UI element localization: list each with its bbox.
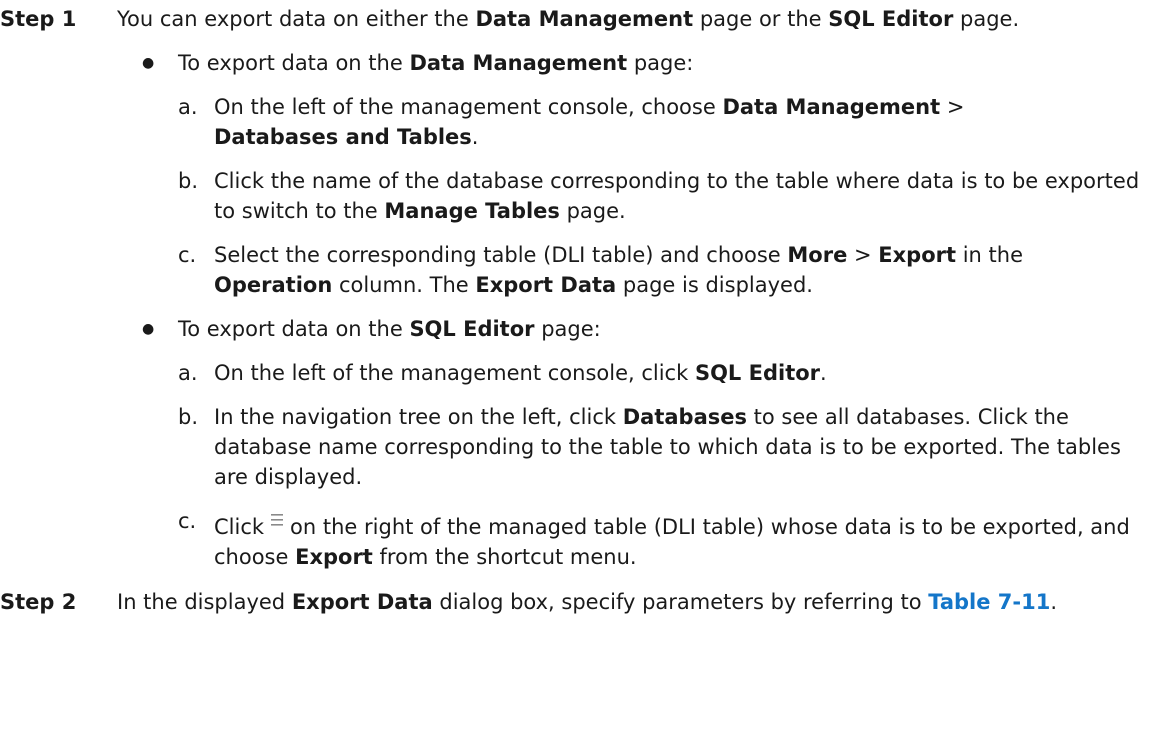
bullet-text: To export data on the Data Management pa… [178, 48, 1159, 78]
substep-marker: c. [178, 509, 197, 533]
step-1-label: Step 1 [0, 7, 77, 31]
data-management-term: Data Management [722, 95, 941, 119]
databases-term: Databases [622, 405, 747, 429]
substep-text-part: in the [956, 243, 1023, 267]
document: Step 1 You can export data on either the… [0, 0, 1159, 617]
export-data-term: Export Data [475, 273, 617, 297]
more-term: More [787, 243, 848, 267]
substep-text-part: . [471, 125, 479, 149]
substep-text: On the left of the management console, c… [214, 358, 1159, 388]
databases-and-tables-term: Databases and Tables [214, 125, 472, 149]
sql-editor-substeps: a. On the left of the management console… [117, 358, 1159, 572]
substep-marker: a. [178, 95, 198, 119]
substep-marker: b. [178, 169, 199, 193]
substep-text-part: On the left of the management console, c… [214, 361, 695, 385]
substep-c: c. Click on the right of the managed tabl… [178, 506, 1159, 572]
substep-marker: a. [178, 361, 198, 385]
substep-text-part: On the left of the management console, c… [214, 95, 723, 119]
bullet-dot-icon: ● [142, 321, 155, 337]
substep-marker: c. [178, 243, 197, 267]
step-1: Step 1 You can export data on either the… [0, 4, 1159, 572]
substep-b: b. Click the name of the database corres… [178, 166, 1159, 226]
step-1-text-part: page. [953, 7, 1020, 31]
substep-text-part: from the shortcut menu. [372, 545, 637, 569]
step-1-text: You can export data on either the Data M… [117, 4, 1147, 34]
sql-editor-term: SQL Editor [828, 7, 954, 31]
data-management-term: Data Management [475, 7, 694, 31]
bullet-dot-icon: ● [142, 55, 155, 71]
bullet-sql-editor: ● To export data on the SQL Editor page: [117, 314, 1159, 344]
bullet-text: To export data on the SQL Editor page: [178, 314, 1159, 344]
substep-text: Select the corresponding table (DLI tabl… [214, 240, 1159, 300]
substep-text: Click the name of the database correspon… [214, 166, 1159, 226]
bullet-text-part: To export data on the [178, 317, 410, 341]
substep-text-part: Click [214, 515, 265, 539]
step-2-text-part: In the displayed [117, 590, 292, 614]
operation-term: Operation [214, 273, 333, 297]
substep-a: a. On the left of the management console… [178, 92, 1159, 152]
bullet-data-management: ● To export data on the Data Management … [117, 48, 1159, 78]
menu-lines-icon [269, 506, 285, 526]
bullet-text-part: page: [534, 317, 601, 341]
sql-editor-term: SQL Editor [409, 317, 535, 341]
step-2: Step 2 In the displayed Export Data dial… [0, 587, 1159, 617]
step-2-text-part: dialog box, specify parameters by referr… [432, 590, 929, 614]
substep-b: b. In the navigation tree on the left, c… [178, 402, 1159, 492]
substep-text-part: page is displayed. [616, 273, 813, 297]
substep-text-part: > [940, 95, 965, 119]
substep-text-part: column. The [332, 273, 476, 297]
bullet-text-part: page: [627, 51, 694, 75]
substep-c: c. Select the corresponding table (DLI t… [178, 240, 1159, 300]
substep-text: In the navigation tree on the left, clic… [214, 402, 1159, 492]
substep-text-part: . [820, 361, 827, 385]
manage-tables-term: Manage Tables [384, 199, 560, 223]
sql-editor-term: SQL Editor [694, 361, 821, 385]
substep-text: Click on the right of the managed table (… [214, 506, 1159, 572]
substep-text-part: > [847, 243, 879, 267]
substep-text: On the left of the management console, c… [214, 92, 1159, 152]
data-management-substeps: a. On the left of the management console… [117, 92, 1159, 300]
substep-marker: b. [178, 405, 199, 429]
step-1-text-part: You can export data on either the [117, 7, 476, 31]
substep-a: a. On the left of the management console… [178, 358, 1159, 388]
bullet-text-part: To export data on the [178, 51, 410, 75]
substep-text-part: Click the name of the database correspon… [214, 169, 1140, 223]
data-management-term: Data Management [409, 51, 628, 75]
table-7-11-link[interactable]: Table 7-11 [928, 590, 1050, 614]
substep-text-part: In the navigation tree on the left, clic… [214, 405, 623, 429]
step-2-text-part: . [1050, 590, 1058, 614]
export-term: Export [878, 243, 957, 267]
substep-text-part: page. [559, 199, 626, 223]
export-term: Export [295, 545, 373, 569]
export-data-term: Export Data [291, 590, 433, 614]
substep-text-part: Select the corresponding table (DLI tabl… [214, 243, 788, 267]
step-2-label: Step 2 [0, 590, 77, 614]
step-2-text: In the displayed Export Data dialog box,… [117, 587, 1147, 617]
step-1-text-part: page or the [693, 7, 829, 31]
